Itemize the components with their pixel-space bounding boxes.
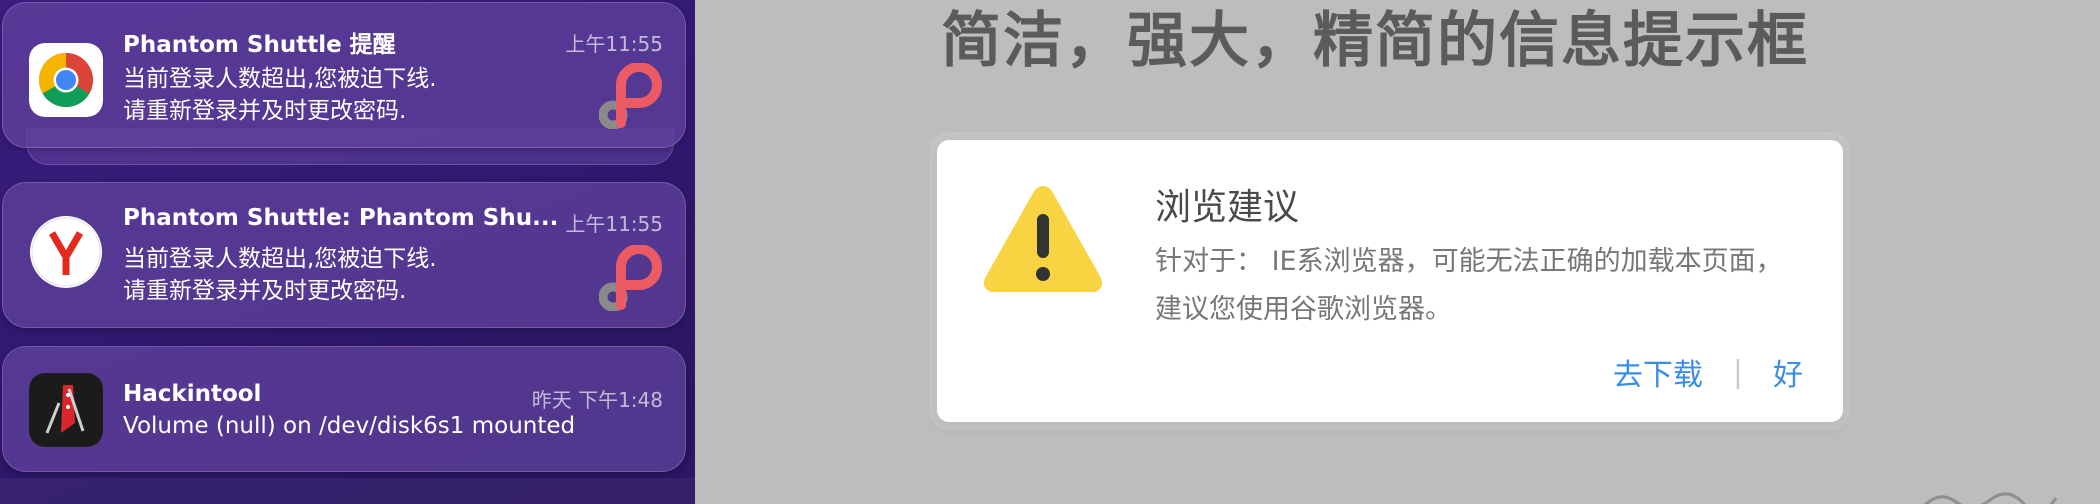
phantom-shuttle-logo-icon [598,62,663,130]
hackintool-icon [29,373,103,447]
notification-hackintool[interactable]: Hackintool 昨天 下午1:48 Volume (null) on /d… [2,346,686,472]
page-title: 简洁，强大，精简的信息提示框 [941,6,1809,76]
notification-title: Hackintool [123,381,262,407]
browser-suggestion-dialog: 浏览建议 针对于： IE系浏览器，可能无法正确的加载本页面，建议您使用谷歌浏览器… [937,140,1843,422]
action-separator: | [1732,354,1743,390]
ok-button[interactable]: 好 [1773,350,1803,394]
notification-title: Phantom Shuttle: Phantom Shu... [123,205,559,231]
notification-center: Phantom Shuttle 提醒 上午11:55 当前登录人数超出,您被迫下… [0,0,695,504]
notification-time: 上午11:55 [565,32,663,56]
notification-time: 上午11:55 [565,212,663,236]
notification-phantom-shuttle-yandex[interactable]: Phantom Shuttle: Phantom Shu... 上午11:55 … [2,182,686,328]
notification-time: 昨天 下午1:48 [531,388,663,412]
dialog-message: 针对于： IE系浏览器，可能无法正确的加载本页面，建议您使用谷歌浏览器。 [1155,246,1783,325]
dialog-actions: 去下载 | 好 [1613,350,1803,394]
chrome-icon [29,43,103,117]
notification-body-line: 当前登录人数超出,您被迫下线. [123,246,437,272]
notification-title: Phantom Shuttle 提醒 [123,32,396,58]
phantom-shuttle-logo-icon [598,244,663,312]
yandex-browser-icon [29,215,103,289]
download-button[interactable]: 去下载 [1613,350,1703,394]
notification-body-line: Volume (null) on /dev/disk6s1 mounted [123,413,576,439]
decorative-scribble [1923,492,2058,504]
webpage-area: 简洁，强大，精简的信息提示框 浏览建议 针对于： IE系浏览器，可能无法正确的加… [695,0,2100,504]
scroll-area-edge [0,478,695,504]
notification-phantom-shuttle-reminder[interactable]: Phantom Shuttle 提醒 上午11:55 当前登录人数超出,您被迫下… [2,2,686,148]
notification-body-line: 请重新登录并及时更改密码. [123,278,407,304]
notification-body-line: 请重新登录并及时更改密码. [123,98,407,124]
warning-icon [979,180,1107,298]
notification-body-line: 当前登录人数超出,您被迫下线. [123,66,437,92]
dialog-title: 浏览建议 [1155,187,1300,228]
